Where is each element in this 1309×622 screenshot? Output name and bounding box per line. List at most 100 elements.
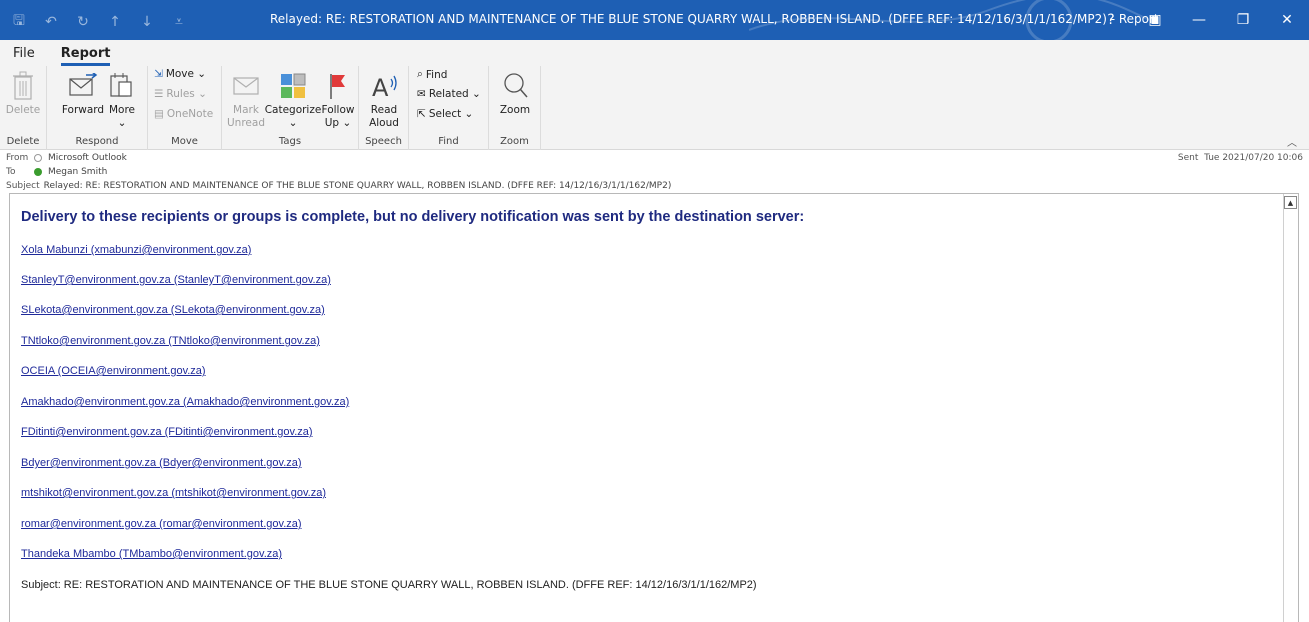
categorize-icon <box>280 68 306 104</box>
read-aloud-button[interactable]: A Read Aloud <box>365 68 403 130</box>
more-caret-icon: ⌄ <box>117 117 127 129</box>
recipient-link[interactable]: Bdyer@environment.gov.za (Bdyer@environm… <box>21 457 302 469</box>
recipient-link[interactable]: StanleyT@environment.gov.za (StanleyT@en… <box>21 274 331 286</box>
subject-label: Subject <box>6 181 40 191</box>
group-respond: Forward More ⌄ Respond <box>47 66 148 150</box>
read-aloud-label-2: Aloud <box>369 117 399 129</box>
presence-unknown-icon <box>34 154 42 162</box>
collapse-ribbon-icon[interactable]: ︿ <box>1287 134 1297 149</box>
recipient-link[interactable]: mtshikot@environment.gov.za (mtshikot@en… <box>21 487 326 499</box>
group-label-respond: Respond <box>75 136 119 147</box>
scroll-up-icon[interactable]: ▲ <box>1284 196 1297 209</box>
flag-icon <box>327 68 349 104</box>
forward-label: Forward <box>61 104 105 116</box>
follow-up-button[interactable]: Follow Up ⌄ <box>320 68 356 130</box>
ribbon-tabs: File Report <box>0 40 1309 66</box>
group-label-zoom: Zoom <box>500 136 529 147</box>
group-zoom: Zoom Zoom <box>489 66 541 150</box>
ribbon-display-options-button[interactable]: ▣ <box>1133 0 1177 40</box>
recipient-link[interactable]: Thandeka Mbambo (TMbambo@environment.gov… <box>21 548 282 560</box>
group-label-delete: Delete <box>6 136 40 147</box>
message-body[interactable]: ▲ Delivery to these recipients or groups… <box>9 193 1299 622</box>
follow-up-label-2: Up ⌄ <box>324 117 352 129</box>
subject-row: Subject Relayed: RE: RESTORATION AND MAI… <box>6 181 671 191</box>
group-tags: Mark Unread Categorize ⌄ Follow Up ⌄ Tag… <box>222 66 359 150</box>
recipient-link[interactable]: OCEIA (OCEIA@environment.gov.za) <box>21 365 206 377</box>
group-label-find: Find <box>438 136 459 147</box>
minimize-button[interactable]: — <box>1177 0 1221 40</box>
original-subject: Subject: RE: RESTORATION AND MAINTENANCE… <box>21 579 757 591</box>
recipient-link[interactable]: FDitinti@environment.gov.za (FDitinti@en… <box>21 426 313 438</box>
categorize-caret-icon: ⌄ <box>288 117 298 129</box>
message-header: From Microsoft Outlook To Megan Smith Su… <box>0 150 1309 193</box>
svg-text:A: A <box>372 74 389 101</box>
more-respond-icon <box>109 68 135 104</box>
onenote-label: OneNote <box>166 108 214 120</box>
body-content: Delivery to these recipients or groups i… <box>21 209 805 591</box>
move-label: Move ⌄ <box>165 68 207 80</box>
group-label-move: Move <box>171 136 198 147</box>
related-icon: ✉ <box>417 88 426 100</box>
group-label-tags: Tags <box>278 136 302 147</box>
delete-label: Delete <box>5 104 41 116</box>
move-button[interactable]: ⇲ Move ⌄ <box>154 68 206 80</box>
forward-button[interactable]: Forward <box>61 68 105 117</box>
window-controls: ? ▣ — ❐ ✕ <box>1089 0 1309 40</box>
from-row: From Microsoft Outlook <box>6 153 127 163</box>
rules-button[interactable]: ☰ Rules ⌄ <box>154 88 207 100</box>
select-label: Select ⌄ <box>428 108 474 120</box>
recipient-link[interactable]: Xola Mabunzi (xmabunzi@environment.gov.z… <box>21 244 251 256</box>
mark-unread-icon <box>232 68 260 104</box>
mark-unread-label-2: Unread <box>227 117 265 129</box>
delivery-heading: Delivery to these recipients or groups i… <box>21 209 805 225</box>
sent-value: Tue 2021/07/20 10:06 <box>1204 153 1303 163</box>
recipient-link[interactable]: TNtloko@environment.gov.za (TNtloko@envi… <box>21 335 320 347</box>
zoom-icon <box>501 68 529 104</box>
categorize-label: Categorize <box>264 104 322 116</box>
help-button[interactable]: ? <box>1089 0 1133 40</box>
onenote-icon: ▤ <box>154 108 164 120</box>
trash-icon <box>12 68 34 104</box>
recipient-link[interactable]: romar@environment.gov.za (romar@environm… <box>21 518 302 530</box>
select-button[interactable]: ⇱ Select ⌄ <box>417 108 473 120</box>
to-label: To <box>6 167 16 177</box>
maximize-button[interactable]: ❐ <box>1221 0 1265 40</box>
more-respond-button[interactable]: More ⌄ <box>105 68 139 130</box>
delete-button[interactable]: Delete <box>6 68 40 117</box>
more-label: More <box>108 104 136 116</box>
related-button[interactable]: ✉ Related ⌄ <box>417 88 481 100</box>
find-button[interactable]: ⌕ Find <box>417 68 447 81</box>
sent-info: Sent Tue 2021/07/20 10:06 <box>1178 153 1303 163</box>
rules-icon: ☰ <box>154 88 164 100</box>
group-speech: A Read Aloud Speech <box>359 66 409 150</box>
sent-label: Sent <box>1177 153 1199 163</box>
ribbon: Delete Delete Forward More ⌄ Respond ⇲ M… <box>0 66 1309 150</box>
group-move: ⇲ Move ⌄ ☰ Rules ⌄ ▤ OneNote Move <box>148 66 222 150</box>
tab-file[interactable]: File <box>0 46 48 66</box>
mark-unread-button[interactable]: Mark Unread <box>227 68 265 130</box>
select-cursor-icon: ⇱ <box>417 108 426 120</box>
follow-up-label-1: Follow <box>321 104 355 116</box>
from-label: From <box>6 153 29 163</box>
categorize-button[interactable]: Categorize ⌄ <box>265 68 321 130</box>
close-button[interactable]: ✕ <box>1265 0 1309 40</box>
tab-report[interactable]: Report <box>48 46 124 66</box>
read-aloud-label-1: Read <box>370 104 398 116</box>
mark-unread-label-1: Mark <box>233 104 259 116</box>
find-label: Find <box>425 68 448 81</box>
to-row: To Megan Smith <box>6 167 107 177</box>
find-icon: ⌕ <box>417 68 423 80</box>
from-value[interactable]: Microsoft Outlook <box>48 153 127 163</box>
subject-value: Relayed: RE: RESTORATION AND MAINTENANCE… <box>43 181 672 191</box>
recipient-link[interactable]: SLekota@environment.gov.za (SLekota@envi… <box>21 304 325 316</box>
recipient-link[interactable]: Amakhado@environment.gov.za (Amakhado@en… <box>21 396 349 408</box>
move-folder-icon: ⇲ <box>154 68 163 80</box>
body-scrollbar[interactable]: ▲ <box>1283 194 1298 622</box>
onenote-button[interactable]: ▤ OneNote <box>154 108 213 120</box>
zoom-label: Zoom <box>499 104 531 116</box>
title-bar: 🖫 ↶ ↻ ↑ ↓ ⩡ Relayed: RE: RESTORATION AND… <box>0 0 1309 40</box>
group-find: ⌕ Find ✉ Related ⌄ ⇱ Select ⌄ Find <box>409 66 489 150</box>
zoom-button[interactable]: Zoom <box>497 68 533 117</box>
to-value[interactable]: Megan Smith <box>48 167 107 177</box>
related-label: Related ⌄ <box>428 88 481 100</box>
